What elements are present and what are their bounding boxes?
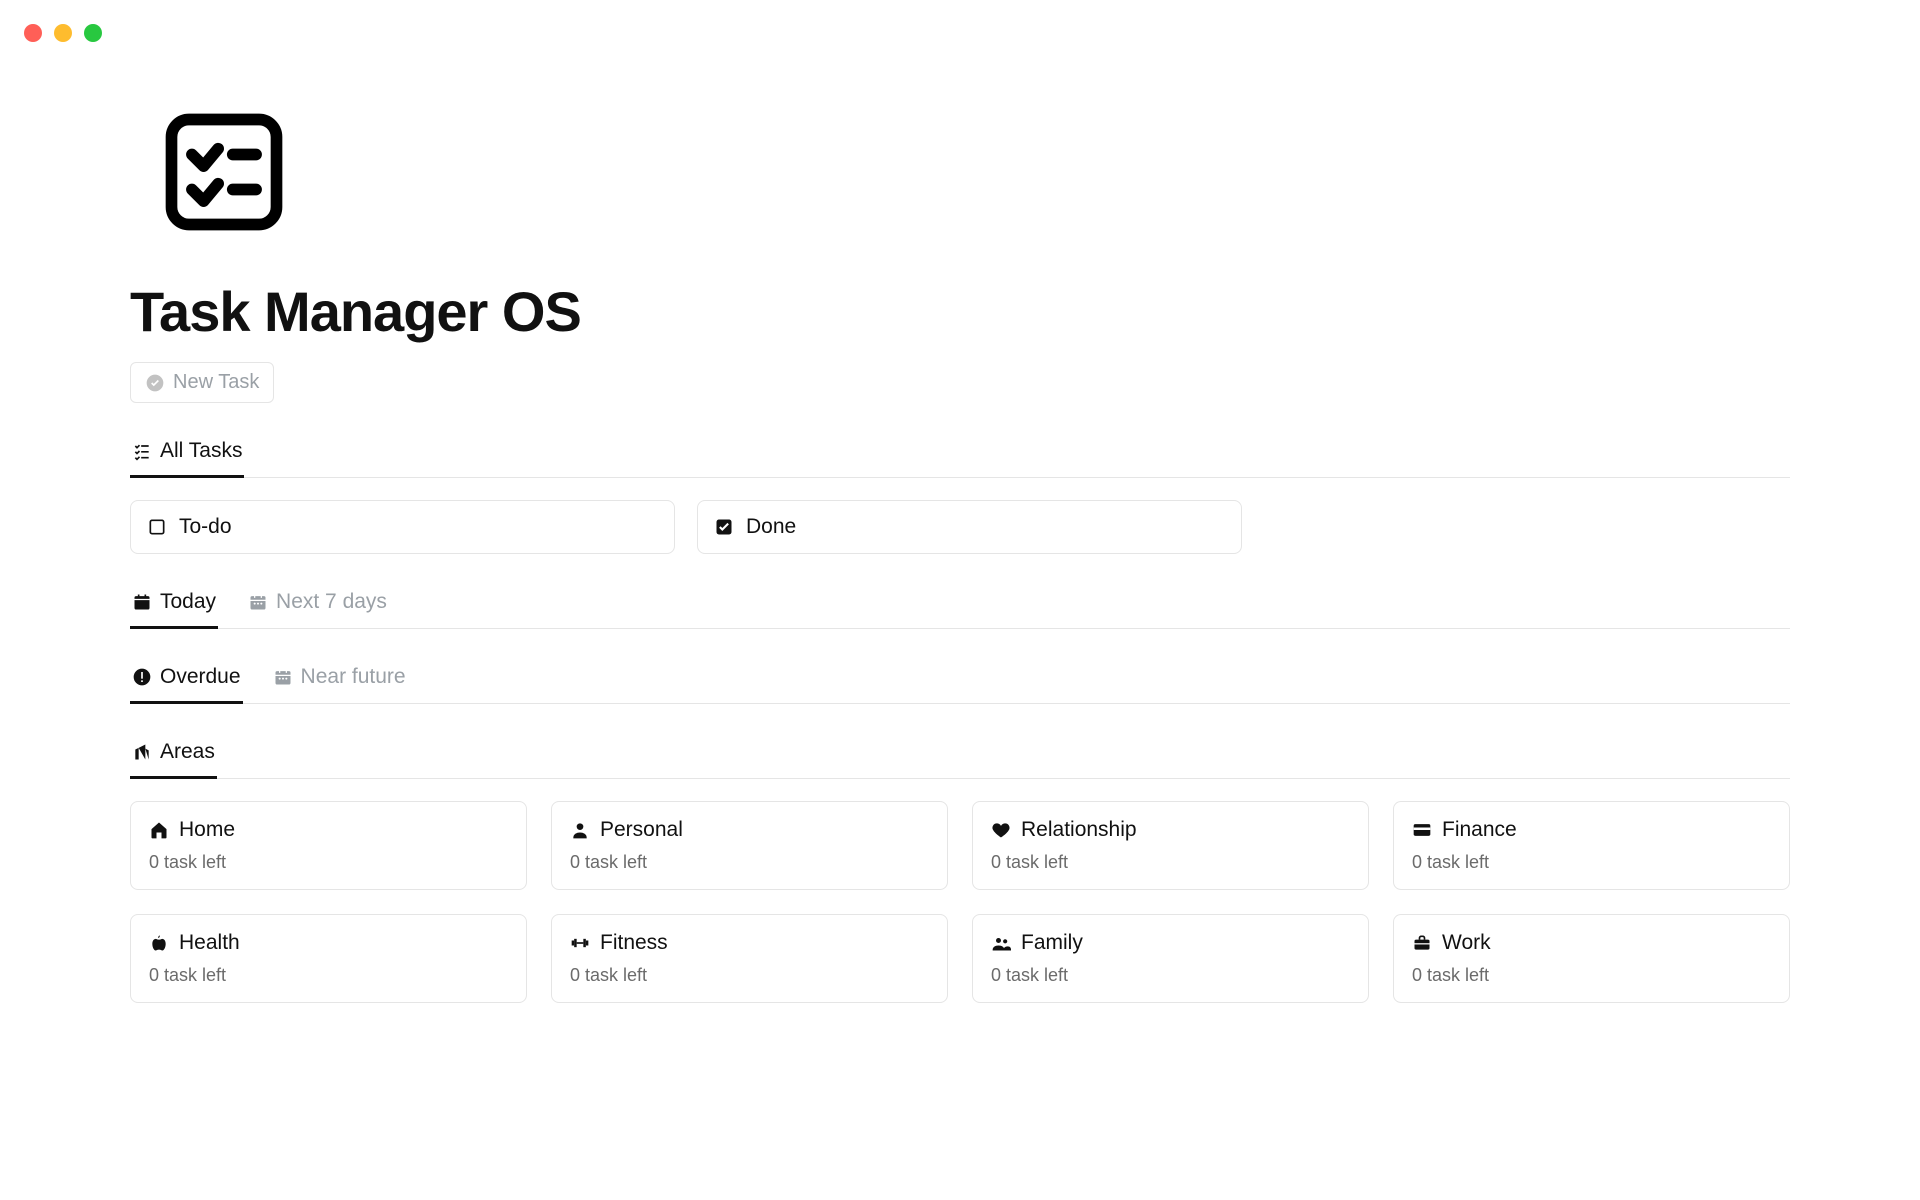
minimize-window-icon[interactable] <box>54 24 72 42</box>
area-label: Health <box>179 931 240 955</box>
area-label: Fitness <box>600 931 668 955</box>
maximize-window-icon[interactable] <box>84 24 102 42</box>
area-card-home[interactable]: Home 0 task left <box>130 801 527 890</box>
area-label: Home <box>179 818 235 842</box>
tabs-all-tasks: All Tasks <box>130 429 1790 478</box>
window-traffic-lights <box>0 0 1920 42</box>
tab-next-7-days[interactable]: Next 7 days <box>246 580 389 629</box>
area-label: Finance <box>1442 818 1517 842</box>
close-window-icon[interactable] <box>24 24 42 42</box>
tab-near-future[interactable]: Near future <box>271 655 408 704</box>
page-icon <box>154 102 1790 247</box>
calendar-icon <box>273 667 293 687</box>
new-task-button[interactable]: New Task <box>130 362 274 403</box>
alert-circle-icon <box>132 667 152 687</box>
status-label: Done <box>746 515 796 539</box>
area-card-finance[interactable]: Finance 0 task left <box>1393 801 1790 890</box>
tab-label: Next 7 days <box>276 590 387 614</box>
area-head: Family <box>991 931 1350 955</box>
status-card-done[interactable]: Done <box>697 500 1242 554</box>
area-subtext: 0 task left <box>991 852 1350 873</box>
area-head: Health <box>149 931 508 955</box>
checkbox-checked-icon <box>714 517 734 537</box>
page-title: Task Manager OS <box>130 279 1790 344</box>
tab-label: All Tasks <box>160 439 242 463</box>
status-label: To-do <box>179 515 232 539</box>
checkbox-empty-icon <box>147 517 167 537</box>
status-card-todo[interactable]: To-do <box>130 500 675 554</box>
credit-card-icon <box>1412 820 1432 840</box>
tab-all-tasks[interactable]: All Tasks <box>130 429 244 478</box>
house-icon <box>149 820 169 840</box>
tab-today[interactable]: Today <box>130 580 218 629</box>
area-card-relationship[interactable]: Relationship 0 task left <box>972 801 1369 890</box>
area-label: Personal <box>600 818 683 842</box>
group-icon <box>991 933 1011 953</box>
area-head: Relationship <box>991 818 1350 842</box>
area-label: Family <box>1021 931 1083 955</box>
area-label: Work <box>1442 931 1491 955</box>
building-icon <box>132 742 152 762</box>
heart-icon <box>991 820 1011 840</box>
tabs-areas: Areas <box>130 730 1790 779</box>
areas-grid: Home0 task leftPersonal0 task leftRelati… <box>130 801 1790 1003</box>
area-subtext: 0 task left <box>570 852 929 873</box>
tabs-day: Today Next 7 days <box>130 580 1790 629</box>
calendar-day-icon <box>132 592 152 612</box>
area-subtext: 0 task left <box>149 852 508 873</box>
area-card-personal[interactable]: Personal 0 task left <box>551 801 948 890</box>
briefcase-icon <box>1412 933 1432 953</box>
area-head: Personal <box>570 818 929 842</box>
tab-overdue[interactable]: Overdue <box>130 655 243 704</box>
area-head: Fitness <box>570 931 929 955</box>
area-subtext: 0 task left <box>1412 965 1771 986</box>
tab-label: Near future <box>301 665 406 689</box>
check-circle-icon <box>145 373 165 393</box>
calendar-week-icon <box>248 592 268 612</box>
area-subtext: 0 task left <box>991 965 1350 986</box>
tab-label: Today <box>160 590 216 614</box>
tab-areas[interactable]: Areas <box>130 730 217 779</box>
tab-label: Overdue <box>160 665 241 689</box>
area-subtext: 0 task left <box>570 965 929 986</box>
area-head: Work <box>1412 931 1771 955</box>
area-card-fitness[interactable]: Fitness 0 task left <box>551 914 948 1003</box>
list-check-icon <box>132 441 152 461</box>
tabs-overdue: Overdue Near future <box>130 655 1790 704</box>
new-task-label: New Task <box>173 371 259 394</box>
area-label: Relationship <box>1021 818 1137 842</box>
person-icon <box>570 820 590 840</box>
tab-label: Areas <box>160 740 215 764</box>
apple-icon <box>149 933 169 953</box>
area-subtext: 0 task left <box>1412 852 1771 873</box>
area-head: Finance <box>1412 818 1771 842</box>
area-card-health[interactable]: Health 0 task left <box>130 914 527 1003</box>
area-card-family[interactable]: Family 0 task left <box>972 914 1369 1003</box>
area-head: Home <box>149 818 508 842</box>
area-subtext: 0 task left <box>149 965 508 986</box>
area-card-work[interactable]: Work 0 task left <box>1393 914 1790 1003</box>
checklist-app-icon <box>154 102 294 242</box>
status-row: To-do Done <box>130 500 1790 554</box>
dumbbell-icon <box>570 933 590 953</box>
